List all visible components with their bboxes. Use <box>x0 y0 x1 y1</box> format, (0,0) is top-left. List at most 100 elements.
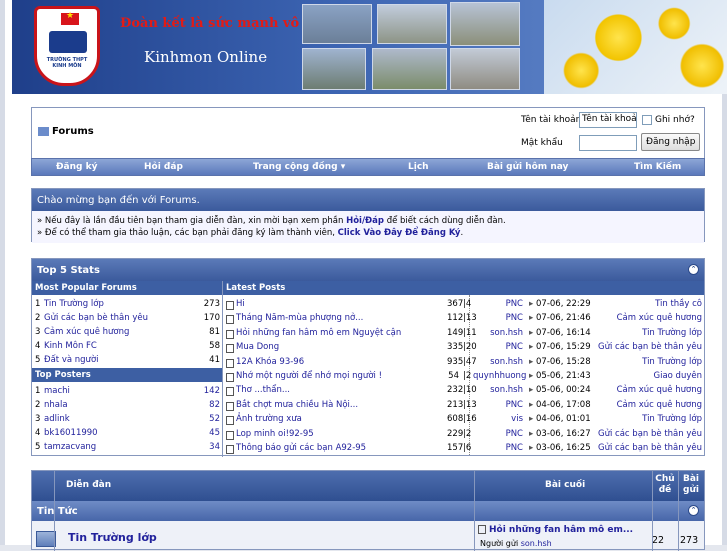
nav-register[interactable]: Đăng ký <box>56 162 97 172</box>
poster-link[interactable]: machi <box>44 386 70 396</box>
remember-checkbox[interactable] <box>642 115 652 125</box>
user-link[interactable]: PNC <box>473 313 523 323</box>
thread-link[interactable]: Tháng Năm-mùa phượng nở... <box>236 313 363 323</box>
nav-todays-posts[interactable]: Bài gửi hôm nay <box>487 162 568 172</box>
post-count: 58 <box>209 341 220 351</box>
collapse-icon[interactable]: ⌃ <box>688 264 699 275</box>
last-post-author: Người gửi son.hsh <box>480 539 552 548</box>
poster-post-count[interactable]: 34 <box>209 442 220 452</box>
post-date: 07-06, 22:29 <box>536 299 591 309</box>
user-link[interactable]: son.hsh <box>473 328 523 338</box>
poster-link[interactable]: tamzacvang <box>44 442 96 452</box>
thread-link[interactable]: Ảnh trường xưa <box>236 414 302 424</box>
user-link[interactable]: PNC <box>473 429 523 439</box>
thread-link[interactable]: Hi <box>236 299 245 309</box>
thread-link[interactable]: Thơ ...thẩn... <box>236 385 290 395</box>
thread-link[interactable]: Bắt chợt mưa chiều Hà Nội... <box>236 400 358 410</box>
arrow-icon: ▸ <box>529 299 534 309</box>
register-link[interactable]: Click Vào Đây Để Đăng Ký <box>338 228 461 238</box>
password-input[interactable] <box>579 135 637 151</box>
latest-post-row: Ảnh trường xưa 608 |16 vis ▸ 04-06, 01:01 Tin … <box>223 414 704 428</box>
thread-link[interactable]: Nhớ một người để nhớ mọi người ! <box>236 371 382 381</box>
forum-link[interactable]: Tin Trường lớp <box>642 357 702 367</box>
forum-link[interactable]: Giao duyên <box>654 371 703 381</box>
forums-breadcrumb[interactable]: Forums <box>38 126 94 137</box>
view-count: |2 <box>463 371 472 381</box>
nav-faq[interactable]: Hỏi đáp <box>144 162 183 172</box>
user-link[interactable]: PNC <box>473 299 523 309</box>
forum-link[interactable]: Cảm xúc quê hương <box>617 385 702 395</box>
last-post-link[interactable]: Hỏi những fan hâm mô em... <box>489 525 633 535</box>
username-label: Tên tài khoản <box>521 115 582 125</box>
poster-post-count[interactable]: 52 <box>209 414 220 424</box>
category-title: Tin Tức <box>37 506 78 517</box>
apricot-blossom-image <box>544 0 727 94</box>
user-link[interactable]: son.hsh <box>473 385 523 395</box>
forum-link[interactable]: Gửi các bạn bè thân yêu <box>598 443 702 453</box>
post-date: 07-06, 16:14 <box>536 327 591 338</box>
poster-post-count[interactable]: 82 <box>209 400 220 410</box>
banner-site-name: Kinhmon Online <box>144 48 268 66</box>
latest-post-row: Thông báo gửi các bạn A92-95 157 |6 PNC ▸ 03-… <box>223 443 704 457</box>
top-poster-row: 4 bk16011990 45 <box>35 428 220 442</box>
document-icon <box>226 430 234 440</box>
forum-link[interactable]: Tin Trường lớp <box>642 328 702 338</box>
username-input[interactable]: Tên tài khoản <box>579 112 637 128</box>
poster-link[interactable]: adlink <box>44 414 70 424</box>
forum-link[interactable]: Cảm xúc quê hương <box>617 313 702 323</box>
col-posts: Bài gửi <box>682 474 700 495</box>
thread-link[interactable]: Thông báo gửi các bạn A92-95 <box>236 443 366 453</box>
user-link[interactable]: son.hsh <box>473 357 523 367</box>
thread-link[interactable]: Mua Dong <box>236 342 279 352</box>
nav-search[interactable]: Tìm Kiếm <box>634 162 681 172</box>
arrow-icon: ▸ <box>529 327 534 338</box>
poster-post-count[interactable]: 45 <box>209 428 220 438</box>
nav-community[interactable]: Trang cộng đồng ▾ <box>253 162 345 172</box>
user-link[interactable]: PNC <box>473 342 523 352</box>
collapse-icon[interactable]: ⌃ <box>688 505 699 516</box>
faq-link[interactable]: Hỏi/Đáp <box>346 216 384 226</box>
user-link[interactable]: PNC <box>473 443 523 453</box>
notice-line-2: » Để có thể tham gia thảo luận, các bạn … <box>37 228 464 238</box>
forum-link[interactable]: Cảm xúc quê hương <box>617 400 702 410</box>
nav-calendar[interactable]: Lịch <box>408 162 429 172</box>
user-link[interactable]: vis <box>473 414 523 424</box>
poster-link[interactable]: bk16011990 <box>44 428 98 438</box>
author-link[interactable]: son.hsh <box>521 539 552 548</box>
rank-number: 1 <box>35 386 41 396</box>
last-post: Hỏi những fan hâm mô em... <box>478 525 633 535</box>
school-logo[interactable]: TRƯỜNG THPT KINH MÔN <box>34 6 100 86</box>
popular-forum-link[interactable]: Gửi các bạn bè thân yêu <box>44 313 148 323</box>
latest-post-row: Tháng Năm-mùa phượng nở... 112 |13 PNC ▸ 07-0… <box>223 313 704 327</box>
thread-link[interactable]: 12A Khóa 93-96 <box>236 357 304 367</box>
forum-link[interactable]: Gửi các bạn bè thân yêu <box>598 342 702 352</box>
rank-number: 3 <box>35 414 41 424</box>
category-row[interactable]: Tin Tức ⌃ <box>32 501 704 521</box>
user-link[interactable]: quynhhuong <box>473 371 526 381</box>
post-date: 03-06, 16:27 <box>536 428 591 439</box>
poster-post-count[interactable]: 142 <box>204 386 220 396</box>
forum-link[interactable]: Tin Trường lớp <box>68 531 157 544</box>
forum-link[interactable]: Gửi các bạn bè thân yêu <box>598 429 702 439</box>
banner-photo <box>450 48 520 90</box>
reply-count: 232 <box>447 385 464 396</box>
popular-forum-link[interactable]: Cảm xúc quê hương <box>44 327 129 337</box>
rank-number: 5 <box>35 442 41 452</box>
banner-photo <box>372 48 447 90</box>
login-button[interactable]: Đăng nhập <box>641 133 701 151</box>
thread-link[interactable]: Lop minh oi!92-95 <box>236 429 314 439</box>
user-link[interactable]: PNC <box>473 400 523 410</box>
popular-forum-link[interactable]: Tin Trường lớp <box>44 299 104 309</box>
document-icon <box>226 315 234 325</box>
popular-forum-link[interactable]: Đất và người <box>44 355 99 365</box>
popular-forums-header: Most Popular Forums <box>32 281 222 295</box>
forum-link[interactable]: Tin Trường lớp <box>642 414 702 424</box>
rank-number: 5 <box>35 355 41 365</box>
poster-link[interactable]: nhala <box>44 400 68 410</box>
forum-link[interactable]: Tin thầy cô <box>655 299 702 309</box>
divider <box>54 471 55 551</box>
popular-forum-link[interactable]: Kinh Môn FC <box>44 341 97 351</box>
thread-link[interactable]: Hỏi những fan hâm mô em Nguyệt cận <box>236 328 401 338</box>
reply-count: 157 <box>447 443 464 453</box>
reply-count: 112 <box>447 313 464 324</box>
